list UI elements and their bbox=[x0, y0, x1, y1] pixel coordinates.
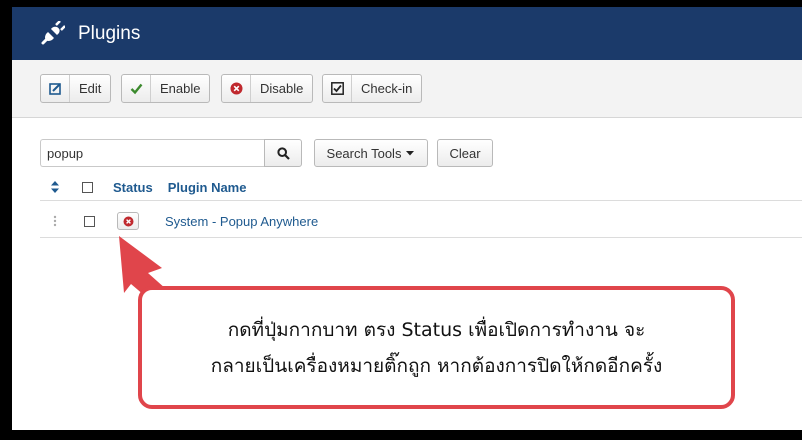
column-status-header[interactable]: Status bbox=[113, 180, 153, 195]
check-in-button-label: Check-in bbox=[361, 81, 413, 96]
search-bar bbox=[40, 139, 302, 167]
search-tools-label: Search Tools bbox=[326, 145, 402, 161]
disable-button-label: Disable bbox=[260, 81, 304, 96]
edit-button[interactable]: Edit bbox=[40, 74, 112, 103]
times-circle-icon bbox=[123, 216, 133, 226]
search-input[interactable] bbox=[40, 139, 264, 167]
divider bbox=[40, 200, 802, 201]
plugin-name-link[interactable]: System - Popup Anywhere bbox=[165, 214, 318, 229]
table-row: System - Popup Anywhere bbox=[40, 205, 802, 237]
sort-ordering-icon[interactable] bbox=[50, 181, 60, 193]
toolbar: Edit Enable Disable Check-in bbox=[12, 60, 802, 118]
instruction-callout: กดที่ปุ่มกากบาท ตรง Status เพื่อเปิดการท… bbox=[138, 286, 735, 409]
clear-button[interactable]: Clear bbox=[437, 139, 493, 167]
times-circle-icon bbox=[222, 75, 251, 102]
page-header: Plugins bbox=[12, 7, 802, 60]
caret-down-icon bbox=[406, 151, 415, 156]
disable-button[interactable]: Disable bbox=[221, 74, 314, 103]
enable-button[interactable]: Enable bbox=[121, 74, 211, 103]
enable-button-label: Enable bbox=[160, 81, 201, 96]
search-icon bbox=[276, 146, 290, 160]
edit-icon bbox=[41, 75, 70, 102]
select-all-checkbox[interactable] bbox=[82, 181, 93, 193]
column-plugin-name-header[interactable]: Plugin Name bbox=[168, 180, 247, 195]
screenshot-frame: Plugins Edit Enable Disable Check-in pop… bbox=[0, 0, 802, 440]
status-toggle-button[interactable] bbox=[117, 212, 139, 230]
edit-button-label: Edit bbox=[79, 81, 102, 96]
callout-line-1: กดที่ปุ่มกากบาท ตรง Status เพื่อเปิดการท… bbox=[227, 318, 646, 341]
table-header: Status Plugin Name bbox=[40, 174, 802, 200]
check-in-button[interactable]: Check-in bbox=[322, 74, 423, 103]
callout-line-2: กลายเป็นเครื่องหมายติ๊กถูก หากต้องการปิด… bbox=[210, 354, 663, 377]
checkbox-icon bbox=[323, 75, 352, 102]
search-tools-button[interactable]: Search Tools bbox=[314, 139, 428, 167]
plug-icon bbox=[41, 20, 65, 44]
divider bbox=[40, 237, 802, 238]
row-checkbox[interactable] bbox=[84, 215, 95, 227]
search-button[interactable] bbox=[264, 139, 302, 167]
clear-button-label: Clear bbox=[449, 145, 481, 161]
drag-handle-icon[interactable] bbox=[52, 215, 58, 227]
page-title: Plugins bbox=[78, 22, 141, 44]
check-icon bbox=[122, 75, 151, 102]
